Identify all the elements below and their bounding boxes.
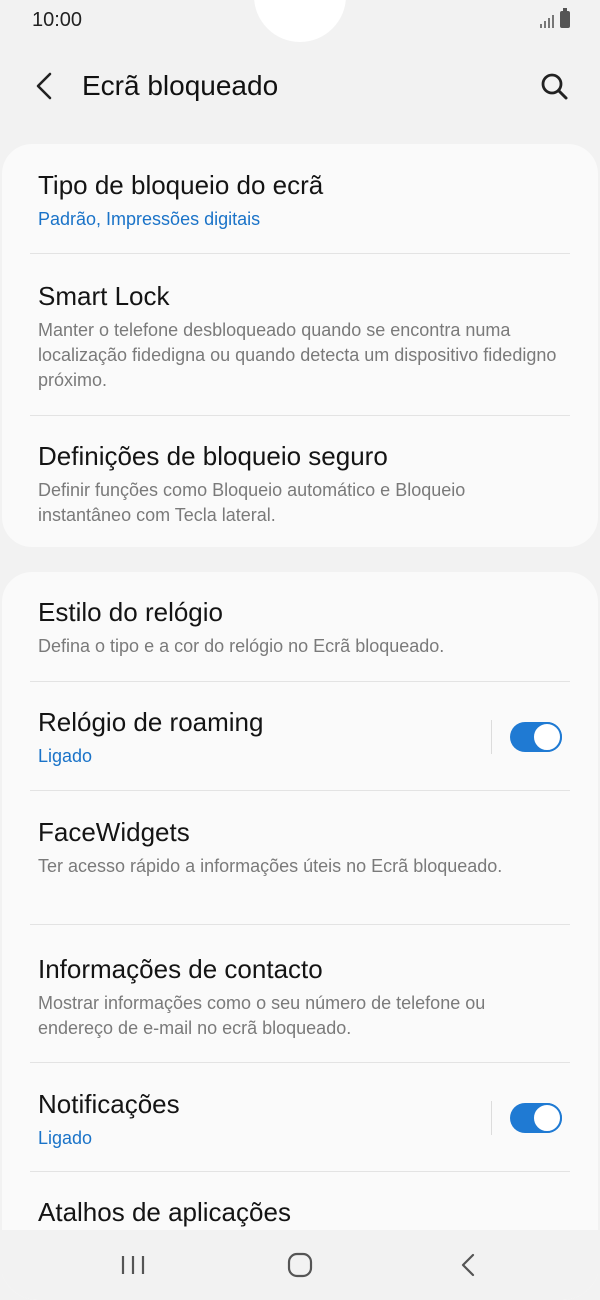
navigation-bar	[0, 1230, 600, 1300]
item-title: Informações de contacto	[38, 954, 323, 984]
list-item-lock-type[interactable]: Tipo de bloqueio do ecrã Padrão, Impress…	[2, 144, 598, 254]
recents-icon	[121, 1256, 145, 1274]
page-title: Ecrã bloqueado	[82, 70, 279, 101]
toggle-separator	[491, 719, 492, 754]
item-subtitle: Ligado	[38, 1128, 93, 1148]
camera-notch	[254, 0, 346, 42]
roaming-clock-toggle[interactable]	[510, 721, 562, 752]
item-title: Definições de bloqueio seguro	[38, 441, 388, 471]
list-item-secure-lock-settings[interactable]: Definições de bloqueio seguro Definir fu…	[2, 416, 598, 547]
back-nav-button[interactable]	[448, 1250, 488, 1280]
toggle-area	[491, 682, 562, 791]
item-title: Atalhos de aplicações	[38, 1197, 291, 1227]
item-title: Relógio de roaming	[38, 707, 264, 737]
toggle-area	[491, 1063, 562, 1172]
item-subtitle: Defina o tipo e a cor do relógio no Ecrã…	[38, 636, 445, 656]
item-subtitle: Manter o telefone desbloqueado quando se…	[38, 320, 557, 390]
notifications-toggle[interactable]	[510, 1102, 562, 1133]
search-button[interactable]	[536, 68, 572, 104]
app-header: Ecrã bloqueado	[0, 54, 600, 118]
settings-card-security: Tipo de bloqueio do ecrã Padrão, Impress…	[2, 144, 598, 547]
toggle-knob	[532, 1102, 562, 1133]
phone-screen: 10:00 Ecrã bloqueado Tipo de bloqueio do…	[0, 0, 600, 1300]
item-subtitle: Ter acesso rápido a informações úteis no…	[38, 856, 503, 876]
item-title: FaceWidgets	[38, 817, 190, 847]
signal-icon	[540, 12, 554, 28]
back-button[interactable]	[28, 66, 64, 106]
item-subtitle: Definir funções como Bloqueio automático…	[38, 480, 466, 525]
home-icon	[287, 1252, 313, 1278]
toggle-knob	[532, 721, 562, 752]
item-subtitle: Mostrar informações como o seu número de…	[38, 993, 486, 1038]
status-bar: 10:00	[0, 0, 600, 44]
chevron-left-icon	[36, 72, 52, 100]
item-title: Tipo de bloqueio do ecrã	[38, 170, 324, 200]
home-button[interactable]	[280, 1250, 320, 1280]
item-title: Estilo do relógio	[38, 597, 223, 627]
list-item-clock-style[interactable]: Estilo do relógio Defina o tipo e a cor …	[2, 572, 598, 682]
status-time: 10:00	[32, 9, 83, 31]
item-title: Smart Lock	[38, 281, 170, 311]
back-icon	[461, 1253, 475, 1277]
list-item-facewidgets[interactable]: FaceWidgets Ter acesso rápido a informaç…	[2, 791, 598, 925]
item-subtitle: Padrão, Impressões digitais	[38, 209, 261, 229]
list-item-notifications[interactable]: Notificações Ligado	[2, 1063, 598, 1172]
list-item-smart-lock[interactable]: Smart Lock Manter o telefone desbloquead…	[2, 254, 598, 416]
item-subtitle: Ligado	[38, 746, 93, 766]
battery-icon	[560, 8, 570, 28]
item-title: Notificações	[38, 1089, 180, 1119]
settings-card-display: Estilo do relógio Defina o tipo e a cor …	[2, 572, 598, 1300]
search-icon	[541, 73, 568, 100]
list-item-roaming-clock[interactable]: Relógio de roaming Ligado	[2, 682, 598, 791]
list-item-contact-info[interactable]: Informações de contacto Mostrar informaç…	[2, 925, 598, 1063]
recents-button[interactable]	[113, 1250, 153, 1280]
status-icons	[540, 8, 570, 28]
toggle-separator	[491, 1100, 492, 1135]
